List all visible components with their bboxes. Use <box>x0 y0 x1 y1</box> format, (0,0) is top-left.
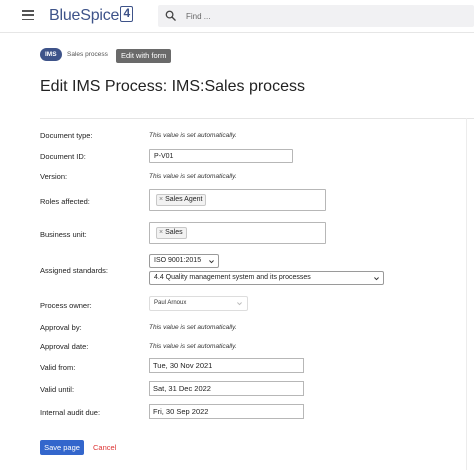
namespace-badge[interactable]: IMS <box>40 48 62 61</box>
search-input[interactable] <box>186 5 466 27</box>
approval-by-auto-text: This value is set automatically. <box>149 324 237 331</box>
title-divider <box>40 118 474 119</box>
chevron-down-icon <box>209 260 214 264</box>
business-unit-input[interactable]: × Sales <box>149 222 326 244</box>
role-tag-label: Sales Agent <box>165 196 203 203</box>
save-page-button[interactable]: Save page <box>40 440 84 455</box>
internal-audit-due-label: Internal audit due: <box>40 408 101 417</box>
process-owner-value: Paul Arnoux <box>154 300 187 306</box>
chevron-down-icon <box>237 302 242 306</box>
process-owner-label: Process owner: <box>40 301 92 310</box>
document-id-input[interactable] <box>149 149 293 163</box>
chevron-down-icon <box>374 277 379 281</box>
approval-date-label: Approval date: <box>40 342 89 351</box>
approval-date-auto-text: This value is set automatically. <box>149 343 237 350</box>
search-box <box>158 5 474 27</box>
roles-affected-input[interactable]: × Sales Agent <box>149 189 326 211</box>
clause-select-value: 4.4 Quality management system and its pr… <box>154 274 311 281</box>
business-unit-label: Business unit: <box>40 230 87 239</box>
clause-select[interactable]: 4.4 Quality management system and its pr… <box>149 271 384 285</box>
approval-by-label: Approval by: <box>40 323 82 332</box>
roles-affected-label: Roles affected: <box>40 197 90 206</box>
internal-audit-due-input[interactable] <box>149 404 304 419</box>
page-title: Edit IMS Process: IMS:Sales process <box>40 78 305 95</box>
document-id-label: Document ID: <box>40 152 86 161</box>
valid-from-input[interactable] <box>149 358 304 373</box>
hamburger-icon[interactable] <box>22 10 34 21</box>
cancel-link[interactable]: Cancel <box>93 440 116 455</box>
breadcrumb-page[interactable]: Sales process <box>67 48 108 61</box>
logo-text: BlueSpice <box>49 7 120 24</box>
version-auto-text: This value is set automatically. <box>149 173 237 180</box>
content-border <box>466 118 467 470</box>
close-icon[interactable]: × <box>159 196 163 203</box>
logo[interactable]: BlueSpice 4 <box>49 5 134 27</box>
document-type-label: Document type: <box>40 131 93 140</box>
standard-select[interactable]: ISO 9001:2015 <box>149 254 219 268</box>
close-icon[interactable]: × <box>159 229 163 236</box>
standard-select-value: ISO 9001:2015 <box>154 257 202 264</box>
valid-until-label: Valid until: <box>40 385 75 394</box>
logo-digit: 4 <box>120 6 134 22</box>
role-tag: × Sales Agent <box>156 194 207 206</box>
assigned-standards-label: Assigned standards: <box>40 266 108 275</box>
valid-until-input[interactable] <box>149 381 304 396</box>
business-unit-tag: × Sales <box>156 227 187 239</box>
valid-from-label: Valid from: <box>40 363 76 372</box>
process-owner-select[interactable]: Paul Arnoux <box>149 296 248 311</box>
top-bar: BlueSpice 4 <box>0 0 474 33</box>
edit-with-form-badge[interactable]: Edit with form <box>116 49 172 63</box>
business-unit-tag-label: Sales <box>165 229 183 236</box>
document-type-auto-text: This value is set automatically. <box>149 132 237 139</box>
search-icon[interactable] <box>165 10 176 21</box>
version-label: Version: <box>40 172 68 181</box>
